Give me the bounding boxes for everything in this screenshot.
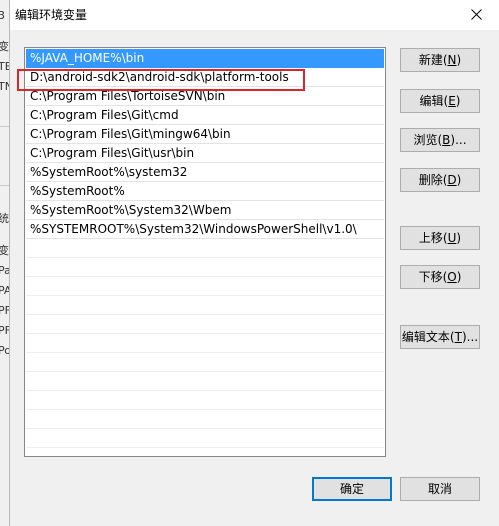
background-divider <box>0 126 9 127</box>
move-up-button[interactable]: 上移(U) <box>400 226 480 250</box>
edit-button-mnemonic: E <box>448 94 456 108</box>
path-list-empty-row <box>26 334 384 353</box>
path-list-item[interactable]: C:\Program Files\Git\usr\bin <box>26 144 384 163</box>
move-down-button-label-end: ) <box>456 270 462 284</box>
path-list-empty-row <box>26 429 384 448</box>
move-down-button-mnemonic: O <box>447 270 457 284</box>
path-list-item[interactable]: %SystemRoot%\System32\Wbem <box>26 201 384 220</box>
move-up-button-label-end: ) <box>456 231 462 245</box>
edit-text-button-mnemonic: T <box>454 330 462 344</box>
edit-text-button-label-end: )... <box>461 330 479 344</box>
cancel-button-label: 取消 <box>427 482 452 496</box>
new-button[interactable]: 新建(N) <box>400 48 480 72</box>
screen: 3 变 TE TN 统 变 Pa PA PF PF Po 编辑环境变量 %JAV… <box>0 0 499 526</box>
edit-button-label-end: ) <box>455 94 461 108</box>
path-list-item[interactable]: C:\Program Files\Git\mingw64\bin <box>26 125 384 144</box>
delete-button-label-end: ) <box>456 173 462 187</box>
edit-button-label: 编辑( <box>419 94 449 108</box>
browse-button[interactable]: 浏览(B)... <box>400 128 480 152</box>
ok-button[interactable]: 确定 <box>312 477 392 501</box>
path-list-item[interactable]: %SystemRoot% <box>26 182 384 201</box>
path-list-empty-row <box>26 296 384 315</box>
move-down-button-label: 下移( <box>418 270 448 284</box>
path-list-empty-row <box>26 410 384 429</box>
path-list-item[interactable]: D:\android-sdk2\android-sdk\platform-too… <box>26 68 384 87</box>
edit-text-button-label: 编辑文本( <box>401 330 455 344</box>
path-list-empty-row <box>26 353 384 372</box>
move-down-button[interactable]: 下移(O) <box>400 265 480 289</box>
edit-button[interactable]: 编辑(E) <box>400 89 480 113</box>
browse-button-label: 浏览( <box>413 133 443 147</box>
path-list[interactable]: %JAVA_HOME%\bin D:\android-sdk2\android-s… <box>24 47 386 457</box>
new-button-label: 新建( <box>418 53 448 67</box>
path-list-empty-row <box>26 391 384 410</box>
background-divider <box>0 185 9 186</box>
dialog-title-bar[interactable]: 编辑环境变量 <box>10 0 499 30</box>
cancel-button[interactable]: 取消 <box>400 477 480 501</box>
delete-button-mnemonic: D <box>447 173 457 187</box>
edit-environment-variable-dialog: 编辑环境变量 %JAVA_HOME%\bin D:\android-sdk2\an… <box>9 0 499 526</box>
ok-button-label: 确定 <box>339 482 364 496</box>
path-list-item[interactable]: %SYSTEMROOT%\System32\WindowsPowerShell\… <box>26 220 384 239</box>
delete-button[interactable]: 删除(D) <box>400 168 480 192</box>
move-up-button-label: 上移( <box>418 231 448 245</box>
path-list-item[interactable]: C:\Program Files\Git\cmd <box>26 106 384 125</box>
dialog-title: 编辑环境变量 <box>15 8 88 22</box>
close-icon <box>471 9 482 20</box>
edit-text-button[interactable]: 编辑文本(T)... <box>400 325 480 349</box>
path-list-item[interactable]: C:\Program Files\TortoiseSVN\bin <box>26 87 384 106</box>
dialog-body: %JAVA_HOME%\bin D:\android-sdk2\android-s… <box>10 30 499 526</box>
path-list-empty-row <box>26 258 384 277</box>
browse-button-label-end: )... <box>450 133 467 147</box>
close-button[interactable] <box>455 0 499 30</box>
path-list-empty-row <box>26 372 384 391</box>
path-list-item[interactable]: %JAVA_HOME%\bin <box>26 49 384 68</box>
new-button-label-end: ) <box>456 53 462 67</box>
path-list-empty-row <box>26 315 384 334</box>
delete-button-label: 删除( <box>418 173 448 187</box>
path-list-empty-row <box>26 239 384 258</box>
path-list-empty-row <box>26 277 384 296</box>
path-list-item[interactable]: %SystemRoot%\system32 <box>26 163 384 182</box>
